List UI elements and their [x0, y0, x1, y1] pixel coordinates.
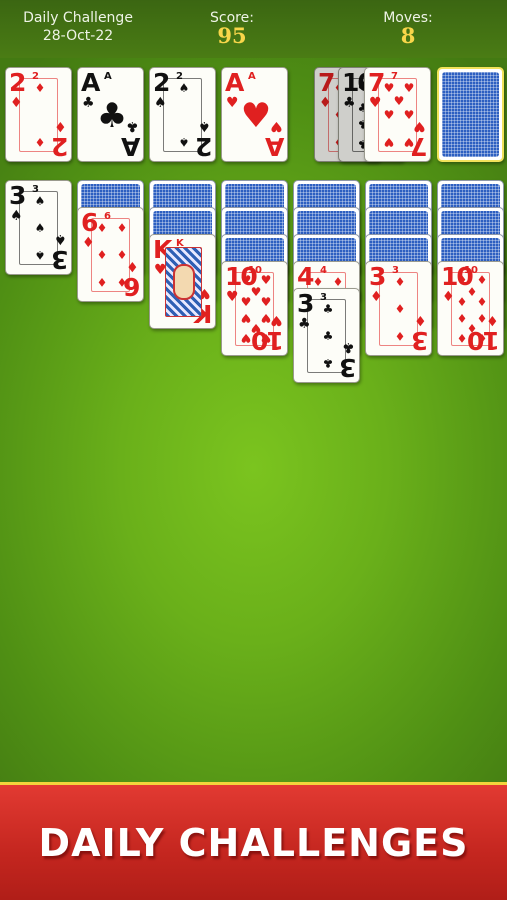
tableau-3-card-1[interactable]: K ♥ K K ♥ — [149, 234, 216, 329]
pip-icon: ♥ — [383, 108, 395, 122]
pip-icon: ♦ — [34, 81, 46, 95]
pip-icon: ♦ — [476, 331, 488, 345]
foundation-pile-4[interactable]: A ♥ A A ♥ ♥ — [221, 67, 288, 162]
pip-icon: ♦ — [116, 221, 128, 235]
pip-icon: ♦ — [96, 275, 108, 289]
pip-icon: ♥ — [403, 108, 415, 122]
pip-icon: ♥ — [383, 135, 395, 149]
tableau-6-card-1[interactable]: 3 ♦ 3 3 ♦ ♦ ♦ ♦ — [365, 261, 432, 356]
stock-pile[interactable] — [437, 67, 504, 162]
court-figure-icon — [173, 264, 195, 300]
pip-icon: ♦ — [456, 295, 468, 309]
pip-icon: ♣ — [322, 356, 334, 370]
card-rank: A — [81, 68, 100, 97]
pip-icon: ♠ — [178, 135, 190, 149]
card-rank-small: A — [104, 71, 112, 82]
pip-icon: ♦ — [394, 302, 406, 316]
ace-suit-icon: ♥ — [240, 96, 272, 136]
pip-icon: ♥ — [403, 81, 415, 95]
foundation-pile-2[interactable]: A ♣ A A ♣ ♣ — [77, 67, 144, 162]
banner-title: DAILY CHALLENGES — [38, 821, 469, 865]
pip-icon: ♣ — [322, 302, 334, 316]
pip-icon: ♦ — [394, 329, 406, 343]
pip-icon: ♥ — [240, 295, 252, 309]
tableau-5-card-2[interactable]: 3 ♣ 3 3 ♣ ♣ ♣ ♣ — [293, 288, 360, 383]
pip-icon: ♦ — [34, 135, 46, 149]
card-rank-small: A — [248, 71, 256, 82]
pip-icon: ♥ — [260, 295, 272, 309]
card-back-pattern — [442, 72, 499, 157]
pip-icon: ♦ — [116, 248, 128, 262]
tableau-1-card-1[interactable]: 3 ♠ 3 3 ♠ ♠ ♠ ♠ — [5, 180, 72, 275]
pip-icon: ♥ — [260, 331, 272, 345]
pip-icon: ♦ — [394, 275, 406, 289]
pip-icon: ♦ — [332, 275, 344, 289]
waste-card-3[interactable]: 7 ♥ 7 7 ♥ ♥ ♥ ♥ ♥ ♥ ♥ ♥ — [364, 67, 431, 162]
pip-icon: ♥ — [240, 331, 252, 345]
foundation-pile-3[interactable]: 2 ♠ 2 2 ♠ ♠ ♠ — [149, 67, 216, 162]
pip-icon: ♥ — [383, 81, 395, 95]
pip-icon: ♦ — [96, 248, 108, 262]
tableau-7-card-1[interactable]: 10 ♦ 10 10 ♦ ♦ ♦ ♦ ♦ ♦ ♦ ♦ ♦ ♦ ♦ — [437, 261, 504, 356]
ace-suit-icon: ♣ — [96, 96, 128, 136]
court-card-art — [165, 247, 202, 317]
promo-banner: DAILY CHALLENGES — [0, 782, 507, 900]
pip-icon: ♥ — [260, 273, 272, 287]
pip-icon: ♦ — [456, 331, 468, 345]
game-board: 2♦22♦♦♦A♣AA♣♣2♠22♠♠♠A♥AA♥♥7♦77♦♦♦♦♦♦♦♦10… — [0, 0, 507, 900]
pip-icon: ♦ — [476, 273, 488, 287]
pip-icon: ♦ — [116, 275, 128, 289]
pip-icon: ♠ — [178, 81, 190, 95]
tableau-4-card-1[interactable]: 10 ♥ 10 10 ♥ ♥ ♥ ♥ ♥ ♥ ♥ ♥ ♥ ♥ ♥ — [221, 261, 288, 356]
pip-icon: ♦ — [312, 275, 324, 289]
pip-icon: ♦ — [476, 295, 488, 309]
pip-icon: ♠ — [34, 221, 46, 235]
tableau-2-card-1[interactable]: 6 ♦ 6 6 ♦ ♦ ♦ ♦ ♦ ♦ ♦ — [77, 207, 144, 302]
pip-icon: ♥ — [393, 94, 405, 108]
foundation-pile-1[interactable]: 2 ♦ 2 2 ♦ ♦ ♦ — [5, 67, 72, 162]
pip-icon: ♥ — [403, 135, 415, 149]
pip-icon: ♦ — [96, 221, 108, 235]
pip-icon: ♠ — [34, 248, 46, 262]
pip-icon: ♣ — [322, 329, 334, 343]
card-rank: A — [225, 68, 244, 97]
pip-icon: ♠ — [34, 194, 46, 208]
